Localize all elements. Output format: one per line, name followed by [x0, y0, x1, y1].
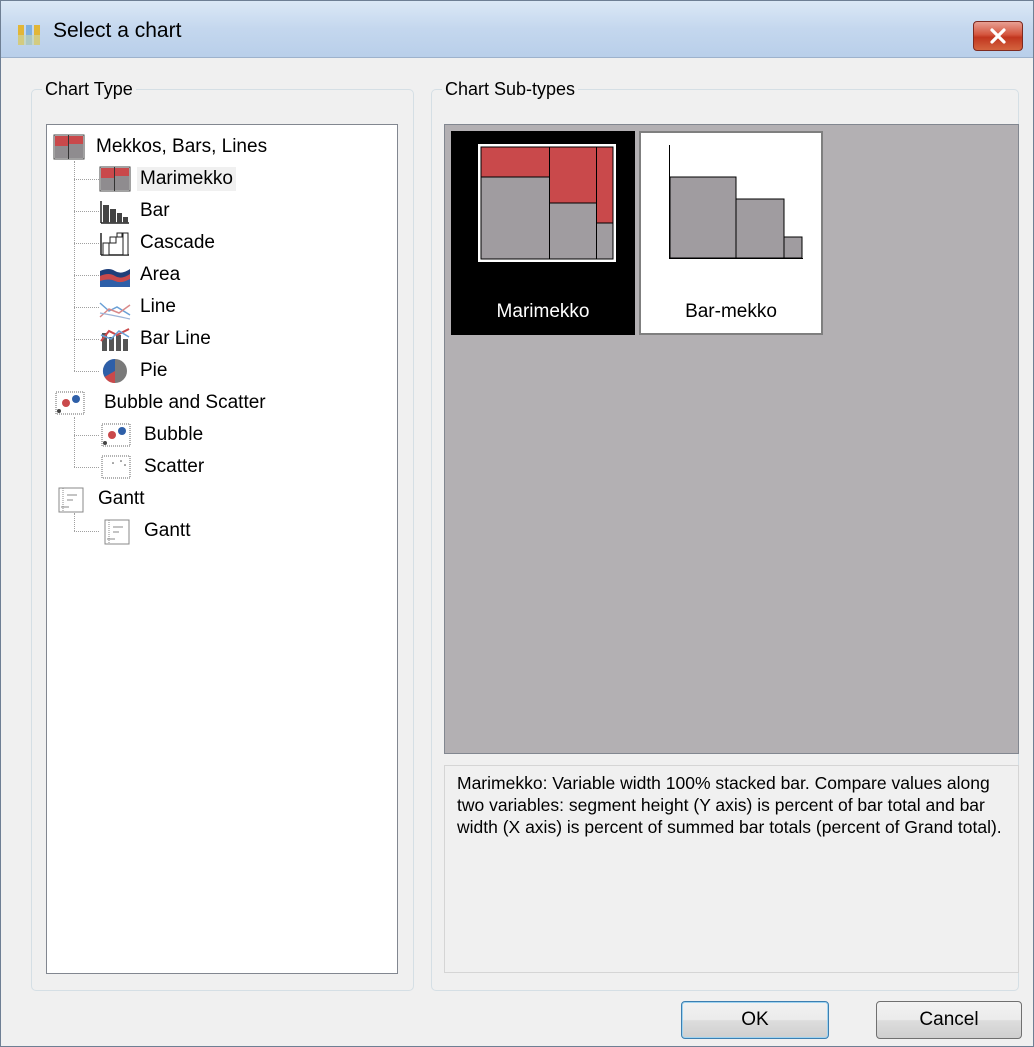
select-chart-dialog: Select a chart Chart Type Chart Sub-type… [0, 0, 1034, 1047]
mekko-group-icon [53, 134, 85, 160]
app-icon [18, 25, 40, 45]
tree-label: Gantt [98, 488, 145, 509]
bubble-icon [101, 423, 131, 447]
tree-label: Cascade [140, 232, 215, 253]
gantt-icon [104, 519, 130, 545]
close-button[interactable] [973, 21, 1023, 51]
tree-label: Bar Line [140, 328, 211, 349]
subtype-description: Marimekko: Variable width 100% stacked b… [444, 765, 1019, 973]
line-icon [99, 302, 131, 320]
marimekko-icon [99, 166, 131, 192]
subtype-bar-mekko[interactable]: Bar-mekko [639, 131, 823, 335]
pie-icon [102, 359, 127, 383]
subtype-marimekko[interactable]: Marimekko [451, 131, 635, 335]
tree-label: Bubble and Scatter [104, 392, 266, 413]
bar-line-icon [100, 328, 130, 351]
area-icon [100, 269, 130, 287]
bar-icon [100, 201, 129, 224]
subtype-label: Bar-mekko [685, 301, 777, 322]
chart-subtypes-list[interactable]: Marimekko Bar-mekko [444, 124, 1019, 754]
window-title: Select a chart [53, 19, 182, 42]
bar-mekko-preview-icon [669, 145, 803, 259]
gantt-group-icon [58, 487, 84, 513]
tree-label: Marimekko [137, 167, 236, 191]
tree-label: Mekkos, Bars, Lines [96, 136, 268, 157]
chart-type-tree[interactable]: Mekkos, Bars, Lines Marimekko Bar Cascad… [46, 124, 398, 974]
tree-label: Bar [140, 200, 170, 221]
chart-type-legend: Chart Type [45, 79, 133, 99]
cancel-button[interactable]: Cancel [876, 1001, 1022, 1039]
cascade-icon [100, 232, 129, 256]
tree-label: Scatter [144, 456, 205, 477]
tree-label: Line [140, 296, 176, 317]
close-icon [990, 28, 1006, 44]
scatter-icon [101, 455, 131, 479]
chart-subtypes-legend: Chart Sub-types [445, 79, 576, 99]
bubble-group-icon [55, 391, 85, 415]
tree-label: Pie [140, 360, 168, 381]
tree-label: Area [140, 264, 181, 285]
subtype-label: Marimekko [496, 301, 590, 322]
tree-label: Gantt [144, 520, 191, 541]
ok-button[interactable]: OK [681, 1001, 829, 1039]
title-bar[interactable]: Select a chart [1, 1, 1033, 58]
tree-label: Bubble [144, 424, 204, 445]
marimekko-preview-icon [478, 144, 616, 262]
